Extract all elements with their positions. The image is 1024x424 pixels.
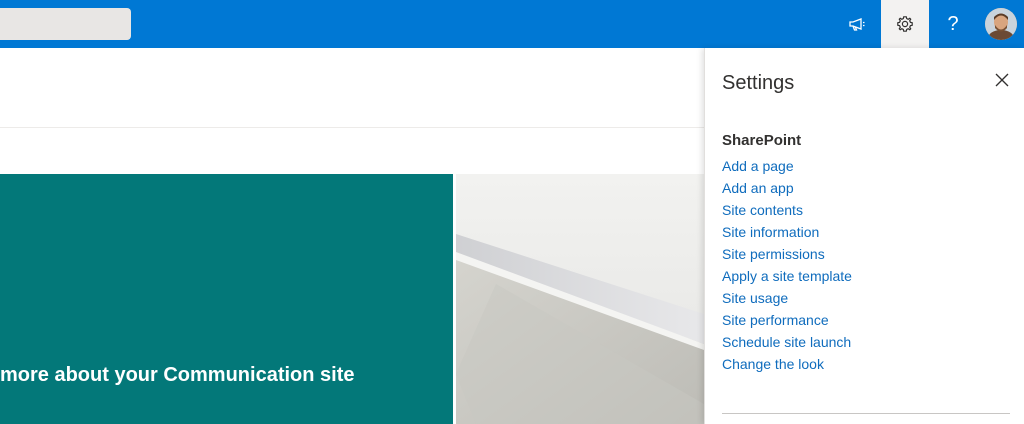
hero-title: more about your Communication site	[0, 364, 355, 386]
search-box[interactable]	[0, 8, 131, 40]
whats-new-button[interactable]	[833, 0, 881, 48]
link-site-performance[interactable]: Site performance	[722, 309, 852, 331]
link-site-usage[interactable]: Site usage	[722, 287, 852, 309]
account-button[interactable]	[977, 0, 1024, 48]
suite-bar: ?	[0, 0, 1024, 48]
hero-tile-image[interactable]	[456, 174, 704, 424]
close-button[interactable]	[990, 68, 1014, 92]
settings-button[interactable]	[881, 0, 929, 48]
link-site-permissions[interactable]: Site permissions	[722, 243, 852, 265]
section-title-sharepoint: SharePoint	[722, 132, 802, 149]
architecture-image	[456, 174, 704, 424]
link-add-app[interactable]: Add an app	[722, 177, 852, 199]
megaphone-icon	[849, 18, 865, 31]
link-change-the-look[interactable]: Change the look	[722, 353, 852, 375]
settings-panel: Settings SharePoint Add a page Add an ap…	[704, 48, 1024, 424]
link-apply-site-template[interactable]: Apply a site template	[722, 265, 852, 287]
link-site-contents[interactable]: Site contents	[722, 199, 852, 221]
close-icon	[995, 73, 1009, 87]
link-add-page[interactable]: Add a page	[722, 155, 852, 177]
site-header	[0, 48, 704, 128]
settings-link-list: Add a page Add an app Site contents Site…	[722, 155, 852, 375]
help-button[interactable]: ?	[929, 0, 977, 48]
hero-tile-primary[interactable]: more about your Communication site	[0, 174, 453, 424]
gear-icon	[897, 16, 913, 32]
panel-title: Settings	[722, 72, 795, 94]
avatar	[985, 8, 1017, 40]
panel-divider	[722, 413, 1010, 414]
help-icon: ?	[947, 12, 959, 35]
link-schedule-site-launch[interactable]: Schedule site launch	[722, 331, 852, 353]
link-site-information[interactable]: Site information	[722, 221, 852, 243]
